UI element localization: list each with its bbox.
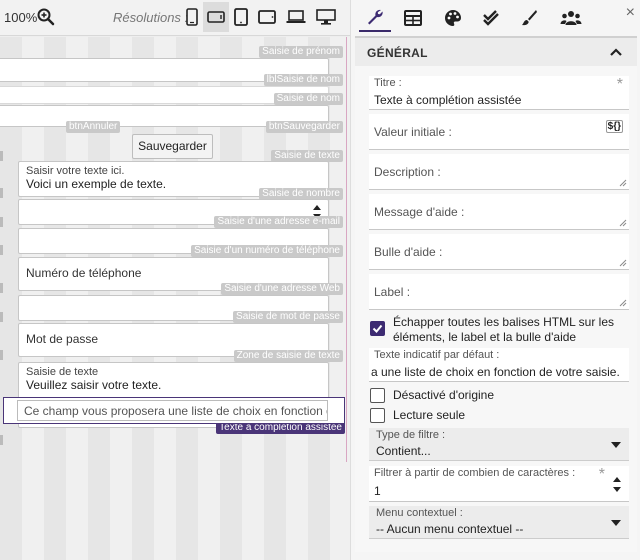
tablet-portrait-icon[interactable] <box>228 2 254 32</box>
panel-tabs: × <box>351 0 640 36</box>
disabled-checkbox[interactable] <box>370 388 385 403</box>
filter-type-value: Contient... <box>376 444 431 458</box>
tag-tel[interactable]: Saisie d'un numéro de téléphone <box>191 245 343 257</box>
resize-handle-icon[interactable] <box>619 259 627 267</box>
tag-btn-annuler[interactable]: btnAnnuler <box>66 121 121 133</box>
filter-min-value[interactable]: 1 <box>374 484 381 498</box>
text-input-label: Saisir votre texte ici. <box>26 165 125 177</box>
placeholder-label: Texte indicatif par défaut : <box>374 349 500 361</box>
section-title: GÉNÉRAL <box>367 46 428 60</box>
tag-nom[interactable]: Saisie de nom <box>273 93 343 105</box>
chevron-up-icon[interactable] <box>609 46 623 58</box>
group-marker <box>0 350 3 360</box>
group-marker <box>0 312 3 322</box>
tag-lbl-nom[interactable]: lblSaisie de nom <box>263 74 343 86</box>
help-message-label: Message d'aide : <box>374 205 465 219</box>
design-canvas: Saisie de prénom lblSaisie de nom Saisie… <box>0 37 350 560</box>
resize-handle-icon[interactable] <box>619 179 627 187</box>
section-header[interactable]: GÉNÉRAL <box>355 36 637 66</box>
desktop-icon[interactable] <box>313 2 339 32</box>
resize-handle-icon[interactable] <box>619 299 627 307</box>
group-marker <box>0 151 3 161</box>
palette-icon[interactable] <box>437 4 469 32</box>
filter-min-property[interactable]: Filtrer à partir de combien de caractère… <box>369 466 629 502</box>
filter-min-label: Filtrer à partir de combien de caractère… <box>374 467 576 479</box>
initial-value-label: Valeur initiale : <box>374 125 452 139</box>
close-icon[interactable]: × <box>626 4 635 22</box>
tag-web[interactable]: Saisie d'une adresse Web <box>221 283 343 295</box>
general-section: GÉNÉRAL Titre : * Texte à complétion ass… <box>355 36 637 552</box>
disabled-label: Désactivé d'origine <box>393 388 495 402</box>
tooltip-property[interactable]: Bulle d'aide : <box>369 234 629 270</box>
stepper-arrows-icon[interactable] <box>611 474 623 496</box>
phone-landscape-icon[interactable] <box>203 2 229 32</box>
tag-email[interactable]: Saisie d'une adresse e-mail <box>214 216 343 228</box>
group-marker <box>0 283 3 293</box>
tag-zone[interactable]: Zone de saisie de texte <box>233 350 343 362</box>
readonly-label: Lecture seule <box>393 408 466 422</box>
textarea-value: Veuillez saisir votre texte. <box>26 378 162 392</box>
label-property[interactable]: Label : <box>369 274 629 310</box>
brush-icon[interactable] <box>513 4 545 32</box>
tag-mdp[interactable]: Saisie de mot de passe <box>233 311 343 323</box>
save-button[interactable]: Sauvegarder <box>132 134 213 159</box>
properties-panel: × GÉNÉRAL Titre : * Texte à complétion a… <box>350 0 640 560</box>
required-icon: * <box>616 76 623 93</box>
laptop-icon[interactable] <box>283 2 309 32</box>
initial-value-property[interactable]: Valeur initiale : ${} <box>369 114 629 150</box>
table-icon[interactable] <box>397 4 429 32</box>
label-label: Label : <box>374 285 411 299</box>
placeholder-value[interactable]: a une liste de choix en fonction de votr… <box>371 365 625 379</box>
group-marker <box>0 435 3 445</box>
caret-down-icon <box>611 442 621 448</box>
escape-html-checkbox[interactable] <box>370 321 385 336</box>
group-marker <box>0 245 3 255</box>
title-property[interactable]: Titre : * Texte à complétion assistée <box>369 76 629 110</box>
title-label: Titre : <box>374 77 402 89</box>
placeholder-property[interactable]: Texte indicatif par défaut : a une liste… <box>369 348 629 382</box>
filter-type-select[interactable]: Type de filtre : Contient... <box>369 428 629 461</box>
wrench-icon[interactable] <box>359 4 391 32</box>
group-marker <box>0 188 3 198</box>
resolutions-label: Résolutions : <box>113 10 189 25</box>
required-icon: * <box>598 466 605 483</box>
zoom-level[interactable]: 100% <box>4 10 37 25</box>
variable-icon[interactable]: ${} <box>605 120 623 133</box>
filter-type-label: Type de filtre : <box>376 429 446 441</box>
title-value[interactable]: Texte à complétion assistée <box>374 93 521 107</box>
zoom-in-icon[interactable] <box>37 8 55 26</box>
double-check-icon[interactable] <box>475 4 507 32</box>
context-menu-select[interactable]: Menu contextuel : -- Aucun menu contextu… <box>369 506 629 539</box>
group-marker <box>0 217 3 227</box>
escape-html-label: Échapper toutes les balises HTML sur les… <box>393 315 614 344</box>
tag-prenom[interactable]: Saisie de prénom <box>259 46 343 58</box>
description-label: Description : <box>374 165 441 179</box>
context-menu-label: Menu contextuel : <box>376 507 463 519</box>
tablet-landscape-icon[interactable] <box>254 2 280 32</box>
checkmark-icon <box>372 324 383 333</box>
context-menu-value: -- Aucun menu contextuel -- <box>376 522 524 536</box>
textarea-label: Saisie de texte <box>26 366 99 378</box>
description-property[interactable]: Description : <box>369 154 629 190</box>
users-icon[interactable] <box>555 4 587 32</box>
resize-handle-icon[interactable] <box>619 219 627 227</box>
phone-portrait-icon[interactable] <box>179 2 205 32</box>
designer-toolbar: 100% Résolutions : <box>0 0 350 36</box>
tooltip-label: Bulle d'aide : <box>374 245 443 259</box>
caret-down-icon <box>611 520 621 526</box>
autocomplete-input[interactable]: Ce champ vous proposera une liste de cho… <box>17 400 328 421</box>
tag-btn-sauvegarder[interactable]: btnSauvegarder <box>265 121 343 133</box>
form-designer: 100% Résolutions : Saisie de prénom lblS… <box>0 0 350 560</box>
help-message-property[interactable]: Message d'aide : <box>369 194 629 230</box>
readonly-checkbox[interactable] <box>370 408 385 423</box>
